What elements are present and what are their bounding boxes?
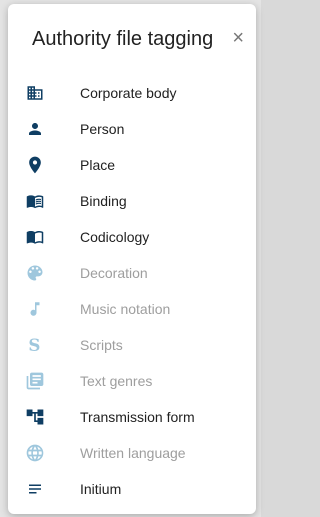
domain-icon bbox=[22, 82, 48, 104]
menu-item-label: Person bbox=[80, 121, 125, 137]
menu-item-initium[interactable]: Initium bbox=[22, 471, 248, 507]
svg-text:S: S bbox=[28, 335, 40, 355]
menu-item-label: Place bbox=[80, 157, 116, 173]
dialog-title: Authority file tagging bbox=[32, 27, 214, 50]
account-tree-icon bbox=[22, 406, 48, 428]
menu-item-codicology[interactable]: Codicology bbox=[22, 219, 248, 255]
palette-icon bbox=[22, 262, 48, 284]
dialog-header: Authority file tagging bbox=[32, 22, 246, 56]
menu-item-decoration[interactable]: Decoration bbox=[22, 255, 248, 291]
menu-item-label: Written language bbox=[80, 445, 186, 461]
place-icon bbox=[22, 154, 48, 176]
menu-item-label: Decoration bbox=[80, 265, 148, 281]
library-books-icon bbox=[22, 370, 48, 392]
authority-file-tagging-dialog: Authority file tagging × Corporate body … bbox=[8, 4, 256, 514]
menu-item-label: Music notation bbox=[80, 301, 171, 317]
menu-item-label: Codicology bbox=[80, 229, 150, 245]
music-note-icon bbox=[22, 298, 48, 320]
menu-item-transmission-form[interactable]: Transmission form bbox=[22, 399, 248, 435]
menu-item-label: Initium bbox=[80, 481, 122, 497]
menu-item-text-genres[interactable]: Text genres bbox=[22, 363, 248, 399]
menu-item-label: Scripts bbox=[80, 337, 123, 353]
close-icon[interactable]: × bbox=[232, 28, 244, 48]
menu-item-person[interactable]: Person bbox=[22, 111, 248, 147]
menu-item-label: Transmission form bbox=[80, 409, 195, 425]
book-map-icon bbox=[22, 226, 48, 248]
globe-icon bbox=[22, 442, 48, 464]
menu-item-music-notation[interactable]: Music notation bbox=[22, 291, 248, 327]
menu-item-label: Text genres bbox=[80, 373, 153, 389]
script-s-icon: S bbox=[22, 334, 48, 356]
menu-item-corporate-body[interactable]: Corporate body bbox=[22, 75, 248, 111]
book-open-icon bbox=[22, 190, 48, 212]
menu-item-scripts[interactable]: S Scripts bbox=[22, 327, 248, 363]
menu-item-place[interactable]: Place bbox=[22, 147, 248, 183]
menu-item-written-language[interactable]: Written language bbox=[22, 435, 248, 471]
menu-item-binding[interactable]: Binding bbox=[22, 183, 248, 219]
person-icon bbox=[22, 118, 48, 140]
short-text-icon bbox=[22, 478, 48, 500]
menu-item-label: Binding bbox=[80, 193, 127, 209]
menu-item-label: Corporate body bbox=[80, 85, 177, 101]
